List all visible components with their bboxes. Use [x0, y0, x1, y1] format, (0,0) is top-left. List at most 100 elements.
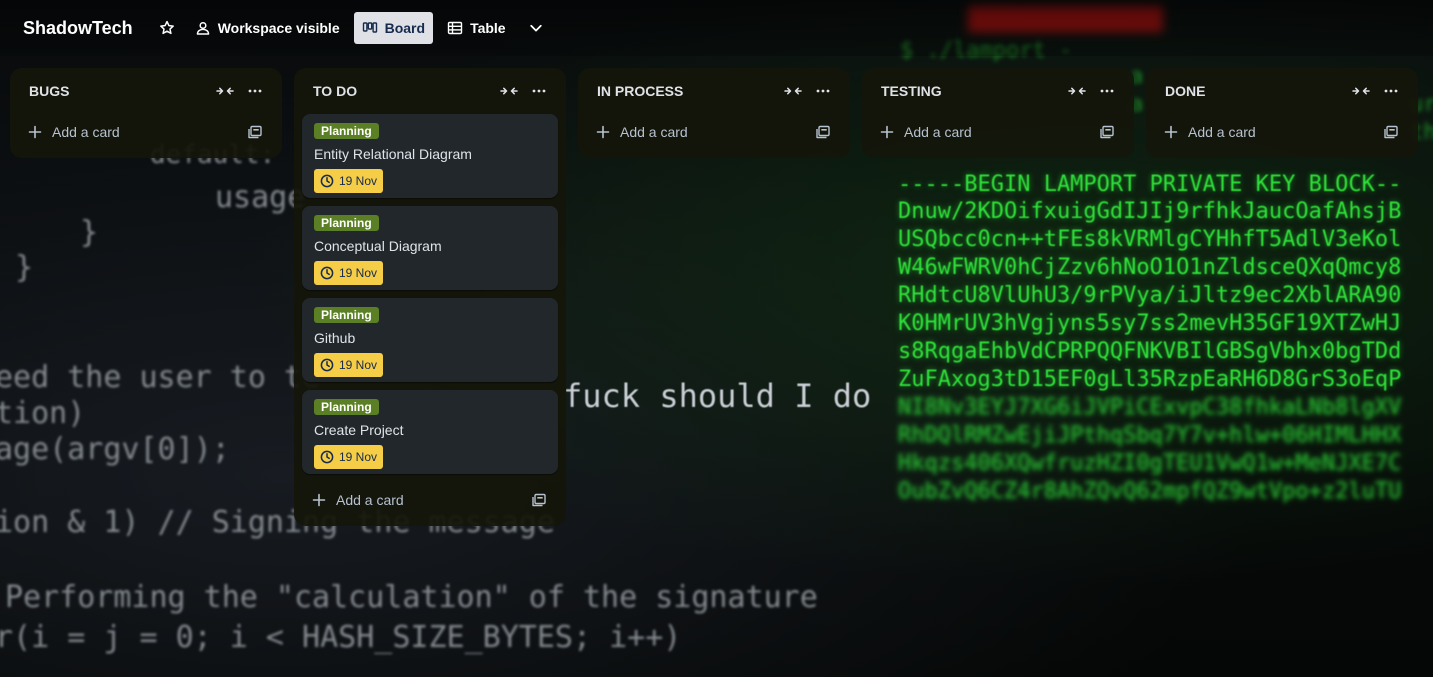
background-key-line: K0HMrUV3hVgjyns5sy7ss2mevH35GF19XTZwHJ: [898, 311, 1402, 336]
views-dropdown-button[interactable]: [520, 12, 552, 44]
background-key-line: RhDQlRMZwEjiJPthqSbq7Y7v+hlw+06HIMLHHX: [898, 423, 1402, 448]
background-key-line: s8RqgaEhbVdCPRPQQFNKVBIlGBSgVbhx0bgTDd: [898, 339, 1402, 364]
due-date-badge[interactable]: 19 Nov: [314, 169, 384, 193]
collapse-list-button[interactable]: [1350, 80, 1372, 102]
people-icon: [195, 20, 211, 36]
list-column[interactable]: DONE Add a card: [1146, 68, 1418, 158]
more-icon: [1383, 83, 1399, 99]
list-actions-button[interactable]: [244, 80, 266, 102]
due-date-text: 19 Nov: [339, 266, 378, 280]
plus-icon: [28, 125, 48, 139]
create-from-template-button[interactable]: [1096, 121, 1118, 143]
add-card-label: Add a card: [52, 124, 120, 140]
view-tab-label: Board: [384, 20, 426, 36]
create-from-template-button[interactable]: [528, 489, 550, 511]
due-date-badge[interactable]: 19 Nov: [314, 353, 384, 377]
collapse-list-button[interactable]: [214, 80, 236, 102]
list-header: TESTING: [870, 68, 1126, 114]
add-card-label: Add a card: [1188, 124, 1256, 140]
list-column[interactable]: IN PROCESS Add a card: [578, 68, 850, 158]
card-title: Entity Relational Diagram: [314, 146, 472, 162]
create-from-template-button[interactable]: [244, 121, 266, 143]
more-icon: [247, 83, 263, 99]
background-key-line: -----BEGIN LAMPORT PRIVATE KEY BLOCK--: [898, 172, 1402, 197]
clock-icon: [320, 450, 334, 464]
card-label[interactable]: Planning: [314, 399, 379, 415]
collapse-list-button[interactable]: [498, 80, 520, 102]
add-card-button[interactable]: Add a card: [586, 114, 842, 150]
card[interactable]: Planning Github 19 Nov: [302, 298, 558, 382]
background-key-line: OubZvQ6CZ4r8AhZQvQ62mpfQZ9wtVpo+z2luTU: [898, 479, 1402, 504]
background-key-line: W46wFWRV0hCjZzv6hNoO1O1nZldsceQXqQmcy8: [898, 255, 1402, 280]
add-card-button[interactable]: Add a card: [1154, 114, 1410, 150]
list-title[interactable]: BUGS: [29, 83, 206, 99]
list-header: IN PROCESS: [586, 68, 842, 114]
card[interactable]: Planning Conceptual Diagram 19 Nov: [302, 206, 558, 290]
visibility-button[interactable]: Workspace visible: [187, 12, 348, 44]
create-from-template-button[interactable]: [1380, 121, 1402, 143]
plus-icon: [596, 125, 616, 139]
clock-icon: [320, 358, 334, 372]
star-button[interactable]: [153, 12, 181, 44]
collapse-icon: [216, 84, 234, 98]
more-icon: [1099, 83, 1115, 99]
template-icon: [1383, 124, 1399, 140]
card-title: Github: [314, 330, 356, 346]
due-date-badge[interactable]: 19 Nov: [314, 261, 384, 285]
collapse-icon: [500, 84, 518, 98]
add-card-button[interactable]: Add a card: [18, 114, 274, 150]
board-icon: [362, 20, 378, 36]
view-tab-table[interactable]: Table: [439, 12, 514, 44]
background-key-line: RHdtcU8VlUhU3/9rPVya/iJltz9ec2XblARA90: [898, 283, 1402, 308]
background-code-line: }: [80, 215, 99, 250]
visibility-label: Workspace visible: [217, 20, 340, 36]
add-card-button[interactable]: Add a card: [870, 114, 1126, 150]
add-card-label: Add a card: [336, 492, 404, 508]
clock-icon: [320, 266, 334, 280]
collapse-list-button[interactable]: [1066, 80, 1088, 102]
board-title[interactable]: ShadowTech: [23, 18, 133, 39]
due-date-text: 19 Nov: [339, 174, 378, 188]
background-code-line: eed the user to te: [0, 360, 321, 395]
background-code-line: tion): [0, 396, 86, 431]
list-column[interactable]: TESTING Add a card: [862, 68, 1134, 158]
view-tab-board[interactable]: Board: [353, 12, 434, 44]
card[interactable]: Planning Create Project 19 Nov: [302, 390, 558, 474]
card-label[interactable]: Planning: [314, 123, 379, 139]
list-title[interactable]: DONE: [1165, 83, 1342, 99]
add-card-button[interactable]: Add a card: [302, 482, 558, 518]
more-icon: [531, 83, 547, 99]
background-code-line: usage: [215, 180, 306, 215]
list-header: DONE: [1154, 68, 1410, 114]
background-key-line: Hkqzs406XQwfruzHZI0gTEU1VwQ1w+MeNJXE7C: [898, 451, 1402, 476]
list-actions-button[interactable]: [1096, 80, 1118, 102]
list-column[interactable]: BUGS Add a card: [10, 68, 282, 158]
plus-icon: [312, 493, 332, 507]
card-label[interactable]: Planning: [314, 307, 379, 323]
list-title[interactable]: IN PROCESS: [597, 83, 774, 99]
due-date-badge[interactable]: 19 Nov: [314, 445, 384, 469]
collapse-icon: [784, 84, 802, 98]
background-code-line: age(argv[0]);: [0, 432, 230, 467]
add-card-label: Add a card: [620, 124, 688, 140]
create-from-template-button[interactable]: [812, 121, 834, 143]
list-column[interactable]: TO DO Planning Entity Relational Diagram 19…: [294, 68, 566, 526]
card-title: Create Project: [314, 422, 404, 438]
card-label[interactable]: Planning: [314, 215, 379, 231]
list-actions-button[interactable]: [812, 80, 834, 102]
list-title[interactable]: TO DO: [313, 83, 490, 99]
star-icon: [159, 20, 175, 36]
chevron-down-icon: [528, 20, 544, 36]
collapse-icon: [1068, 84, 1086, 98]
background-key-line: USQbcc0cn++tFEs8kVRMlgCYHhfT5AdlV3eKol: [898, 227, 1402, 252]
card[interactable]: Planning Entity Relational Diagram 19 Nov: [302, 114, 558, 198]
collapse-list-button[interactable]: [782, 80, 804, 102]
collapse-icon: [1352, 84, 1370, 98]
list-title[interactable]: TESTING: [881, 83, 1058, 99]
background-code-line: Performing the "calculation" of the sign…: [5, 580, 818, 615]
list-header: BUGS: [18, 68, 274, 114]
background-code-line: }: [15, 250, 34, 285]
list-actions-button[interactable]: [1380, 80, 1402, 102]
background-key-line: NI8Nv3EYJ7XG6iJVPiCExvpC38fhkaLNb8lgXV: [898, 395, 1402, 420]
list-actions-button[interactable]: [528, 80, 550, 102]
